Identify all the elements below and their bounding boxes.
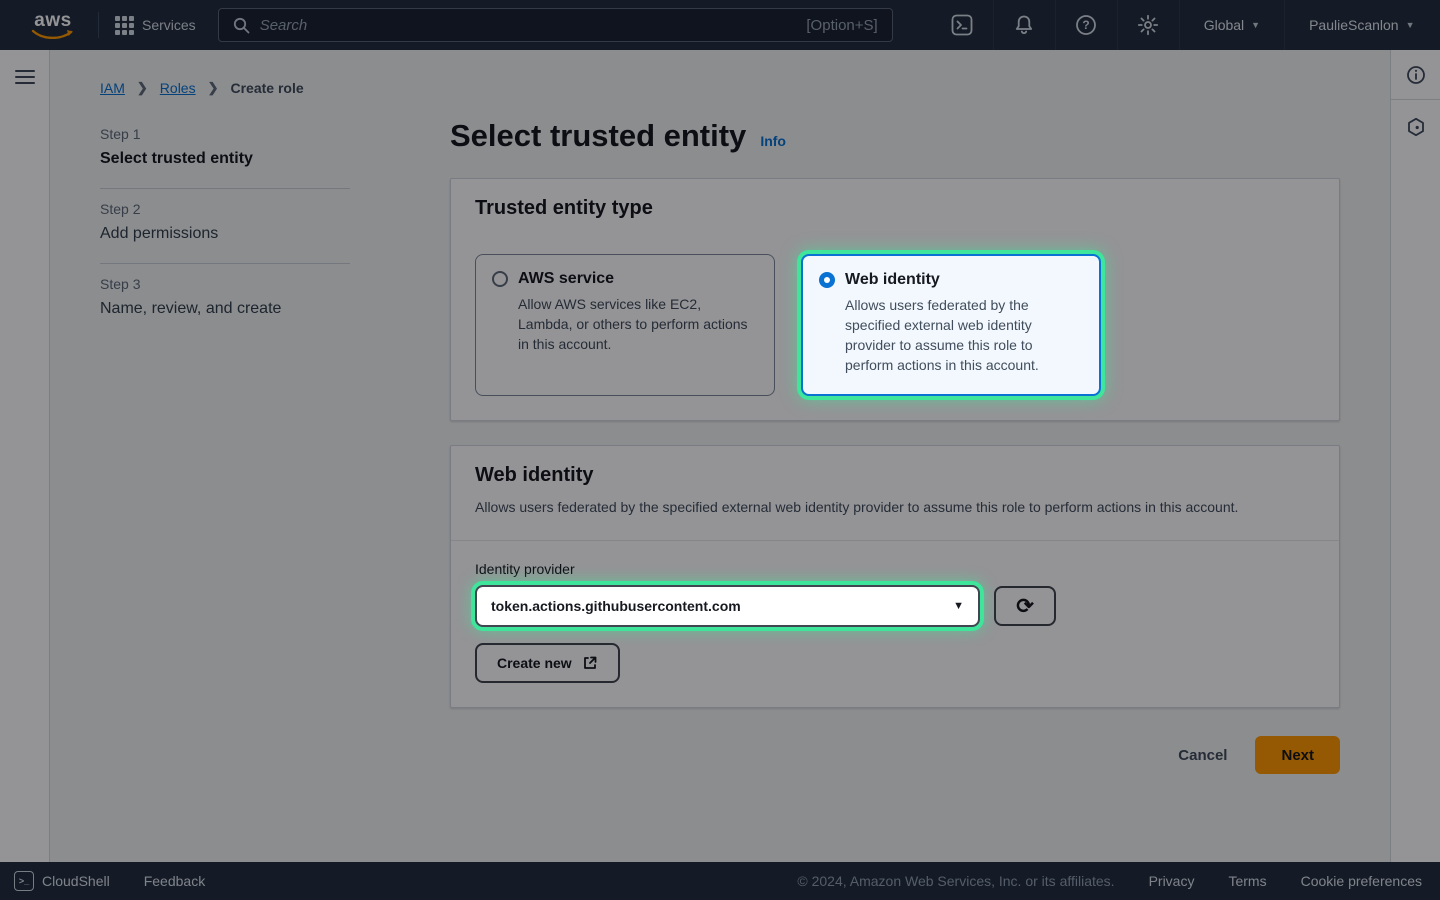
page-title-text: Select trusted entity — [450, 118, 746, 154]
search-placeholder: Search — [260, 17, 807, 34]
account-menu[interactable]: PaulieScanlon ▼ — [1284, 0, 1438, 50]
services-grid-icon — [115, 16, 134, 35]
aws-smile-icon — [31, 29, 75, 39]
step-2-item[interactable]: Step 2 Add permissions — [100, 189, 350, 264]
cloudshell-icon[interactable] — [931, 0, 993, 50]
breadcrumb-current: Create role — [231, 80, 304, 96]
terms-link[interactable]: Terms — [1228, 873, 1266, 889]
main-panel: Select trusted entity Info Trusted entit… — [450, 114, 1340, 774]
nav-right-group: Global ▼ PaulieScanlon ▼ — [1179, 0, 1439, 50]
step-label: Name, review, and create — [100, 300, 350, 318]
step-label: Add permissions — [100, 225, 350, 243]
card-title: Trusted entity type — [475, 197, 1315, 220]
region-selector[interactable]: Global ▼ — [1179, 0, 1284, 50]
nav-divider — [98, 12, 99, 38]
cloudshell-footer-button[interactable]: >_ CloudShell — [14, 871, 110, 891]
wizard-actions: Cancel Next — [450, 736, 1340, 774]
services-menu[interactable]: Services — [115, 16, 196, 35]
refresh-button[interactable]: ⟳ — [994, 586, 1056, 626]
region-label: Global — [1204, 17, 1244, 33]
identity-provider-label: Identity provider — [475, 561, 1315, 577]
help-icon[interactable]: ? — [1055, 0, 1117, 50]
card-description: Allows users federated by the specified … — [475, 497, 1275, 518]
info-panel-icon[interactable] — [1391, 50, 1440, 100]
external-link-icon — [582, 655, 598, 671]
cloudshell-label: CloudShell — [42, 873, 110, 889]
page-title: Select trusted entity Info — [450, 118, 1340, 154]
feedback-button[interactable]: Feedback — [144, 873, 205, 889]
aws-logo[interactable]: aws — [24, 12, 82, 39]
right-rail — [1390, 50, 1440, 862]
step-3-item[interactable]: Step 3 Name, review, and create — [100, 264, 350, 338]
card-title: Web identity — [475, 464, 1315, 487]
aws-logo-text: aws — [34, 12, 71, 29]
search-input[interactable]: Search [Option+S] — [218, 8, 893, 42]
nav-icon-group: ? — [931, 0, 1179, 50]
step-number: Step 1 — [100, 126, 350, 142]
step-label: Select trusted entity — [100, 150, 350, 168]
radio-unselected-icon[interactable] — [492, 271, 508, 287]
option-title: Web identity — [845, 271, 940, 289]
web-identity-card: Web identity Allows users federated by t… — [450, 445, 1340, 708]
resources-hexagon-icon[interactable] — [1391, 102, 1440, 152]
steps-sidebar: Step 1 Select trusted entity Step 2 Add … — [100, 114, 350, 774]
hamburger-menu-icon[interactable] — [15, 70, 35, 84]
services-label: Services — [142, 17, 196, 33]
search-shortcut-hint: [Option+S] — [806, 17, 877, 34]
svg-text:?: ? — [1083, 18, 1090, 32]
step-number: Step 3 — [100, 276, 350, 292]
create-new-button[interactable]: Create new — [475, 643, 620, 683]
notifications-bell-icon[interactable] — [993, 0, 1055, 50]
top-navigation: aws Services Search [Option+S] — [0, 0, 1440, 50]
breadcrumb-link-iam[interactable]: IAM — [100, 80, 125, 96]
cancel-button[interactable]: Cancel — [1178, 747, 1227, 764]
create-new-label: Create new — [497, 655, 572, 671]
refresh-icon: ⟳ — [1016, 596, 1034, 617]
breadcrumb: IAM ❯ Roles ❯ Create role — [100, 80, 1390, 96]
step-1-item[interactable]: Step 1 Select trusted entity — [100, 114, 350, 189]
card-header: Web identity Allows users federated by t… — [451, 446, 1339, 541]
feedback-label: Feedback — [144, 873, 205, 889]
web-identity-option[interactable]: Web identity Allows users federated by t… — [801, 254, 1101, 396]
privacy-link[interactable]: Privacy — [1149, 873, 1195, 889]
identity-provider-value: token.actions.githubusercontent.com — [491, 598, 953, 614]
chevron-right-icon: ❯ — [208, 80, 219, 96]
next-button[interactable]: Next — [1255, 736, 1340, 774]
card-header: Trusted entity type — [451, 179, 1339, 234]
option-description: Allows users federated by the specified … — [845, 295, 1083, 375]
breadcrumb-link-roles[interactable]: Roles — [160, 80, 196, 96]
info-link[interactable]: Info — [760, 133, 786, 149]
chevron-down-icon: ▼ — [1251, 20, 1260, 30]
option-title: AWS service — [518, 270, 614, 288]
chevron-down-icon: ▼ — [1406, 20, 1415, 30]
trusted-entity-type-card: Trusted entity type AWS service Allow AW… — [450, 178, 1340, 421]
step-number: Step 2 — [100, 201, 350, 217]
identity-provider-select[interactable]: token.actions.githubusercontent.com ▼ — [475, 585, 980, 627]
cloudshell-terminal-icon: >_ — [14, 871, 34, 891]
left-rail — [0, 50, 50, 862]
cookie-preferences-link[interactable]: Cookie preferences — [1301, 873, 1422, 889]
chevron-down-icon: ▼ — [953, 600, 964, 612]
settings-gear-icon[interactable] — [1117, 0, 1179, 50]
footer: >_ CloudShell Feedback © 2024, Amazon We… — [0, 862, 1440, 900]
content-area: IAM ❯ Roles ❯ Create role Step 1 Select … — [50, 50, 1390, 862]
aws-service-option[interactable]: AWS service Allow AWS services like EC2,… — [475, 254, 775, 396]
account-name: PaulieScanlon — [1309, 17, 1399, 33]
option-description: Allow AWS services like EC2, Lambda, or … — [518, 294, 758, 354]
radio-selected-icon[interactable] — [819, 272, 835, 288]
copyright-text: © 2024, Amazon Web Services, Inc. or its… — [797, 873, 1114, 889]
chevron-right-icon: ❯ — [137, 80, 148, 96]
search-icon — [233, 17, 250, 34]
